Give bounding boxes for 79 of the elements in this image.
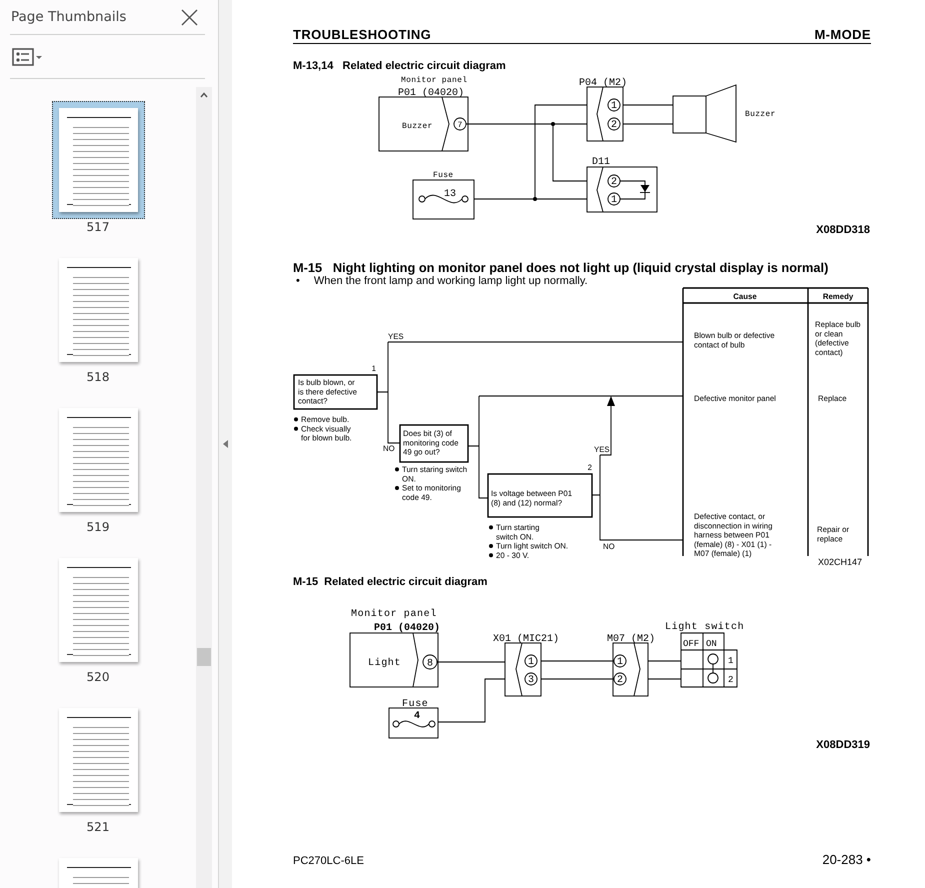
fuse-label: Fuse	[433, 171, 454, 180]
page-number: 517	[86, 219, 110, 235]
pin-number: 3	[524, 672, 538, 686]
pin-number: 1	[614, 654, 626, 668]
connector-label: M07 (M2)	[607, 634, 656, 645]
pin-number: 1	[524, 654, 538, 668]
page-number: 519	[86, 519, 110, 535]
procedure-title: M-15 Night lighting on monitor panel does not light up (liquid crystal display is normal)	[293, 260, 830, 275]
junction-dot	[551, 122, 555, 126]
section-title: TROUBLESHOOTING	[293, 27, 432, 43]
connector-label: X01 (MIC21)	[493, 634, 560, 645]
panel-caption: Monitor panel	[401, 76, 468, 85]
wire	[620, 180, 646, 200]
figure-code: X08DD318	[815, 223, 870, 237]
fuse-block	[388, 708, 438, 738]
fuse-number: 4	[414, 711, 420, 722]
bullet-icon	[489, 544, 493, 548]
connector-block	[612, 642, 648, 696]
caret-up-icon[interactable]	[200, 92, 208, 98]
fuse-block	[412, 180, 474, 220]
close-icon[interactable]	[181, 8, 198, 26]
pin-number: 8	[422, 654, 438, 670]
connector-label: D11	[592, 157, 610, 168]
caret-left-icon[interactable]	[223, 440, 228, 448]
pin-number: 1	[608, 98, 620, 112]
mode-title: M-MODE	[814, 27, 871, 43]
speaker-icon	[672, 84, 736, 143]
connector-block	[586, 86, 624, 142]
terminal-number: 2	[728, 675, 734, 685]
diagram-title: M-15 Related electric circuit diagram	[293, 575, 488, 589]
terminal-number: 1	[728, 656, 734, 666]
buzzer-label: Buzzer	[745, 110, 776, 119]
switch-position: OFF	[683, 639, 700, 649]
bullet-icon	[395, 467, 399, 472]
wire	[622, 104, 674, 106]
panel-caption: Monitor panel	[351, 609, 437, 620]
page-number: 20-283 •	[822, 853, 871, 867]
function-label: Light	[368, 658, 402, 669]
pin-number: 2	[614, 672, 626, 686]
junction-dot	[533, 197, 537, 201]
figure-code: X02CH147	[816, 557, 862, 567]
figure-code: X08DD319	[815, 738, 870, 752]
connector-label: P04 (M2)	[579, 78, 628, 89]
connector-label: P01 (04020)	[398, 88, 464, 99]
list-view-icon[interactable]	[12, 48, 42, 66]
function-label: Buzzer	[402, 122, 433, 131]
switch-table	[680, 632, 738, 688]
wire	[438, 678, 506, 722]
diagram-title: M-13,14 Related electric circuit diagram	[293, 59, 507, 73]
condition-text: When the front lamp and working lamp light up normally.	[314, 275, 588, 287]
panel-title: Page Thumbnails	[11, 9, 126, 25]
bullet-icon	[489, 553, 493, 558]
bullet-icon	[395, 486, 399, 490]
pin-number: 2	[608, 118, 620, 131]
bullet-icon	[294, 426, 298, 431]
fuse-number: 13	[444, 189, 456, 200]
connector-block	[504, 642, 542, 696]
wire	[648, 678, 682, 680]
page-number: 518	[86, 369, 110, 385]
wire	[648, 660, 682, 662]
page-thumbnail[interactable]	[52, 101, 144, 219]
switch-position: ON	[706, 639, 717, 649]
page-number: 521	[86, 819, 110, 835]
fuse-label: Fuse	[402, 699, 428, 710]
model-name: PC270LC-6LE	[293, 854, 364, 868]
scrollbar-thumb[interactable]	[197, 648, 211, 666]
switch-label: Light switch	[665, 622, 744, 633]
scrollbar[interactable]	[196, 87, 212, 888]
list-bullet: •	[296, 275, 300, 287]
bullet-icon	[294, 417, 298, 422]
bullet-icon	[489, 525, 493, 530]
pin-number: 7	[454, 118, 466, 130]
connector-block	[586, 166, 658, 212]
page-number: 520	[86, 669, 110, 685]
pin-number: 2	[608, 174, 620, 188]
switch-contact-icon	[708, 654, 718, 684]
connector-label: P01 (04020)	[374, 623, 440, 634]
pin-number: 1	[608, 192, 620, 206]
diode-icon	[640, 185, 650, 193]
